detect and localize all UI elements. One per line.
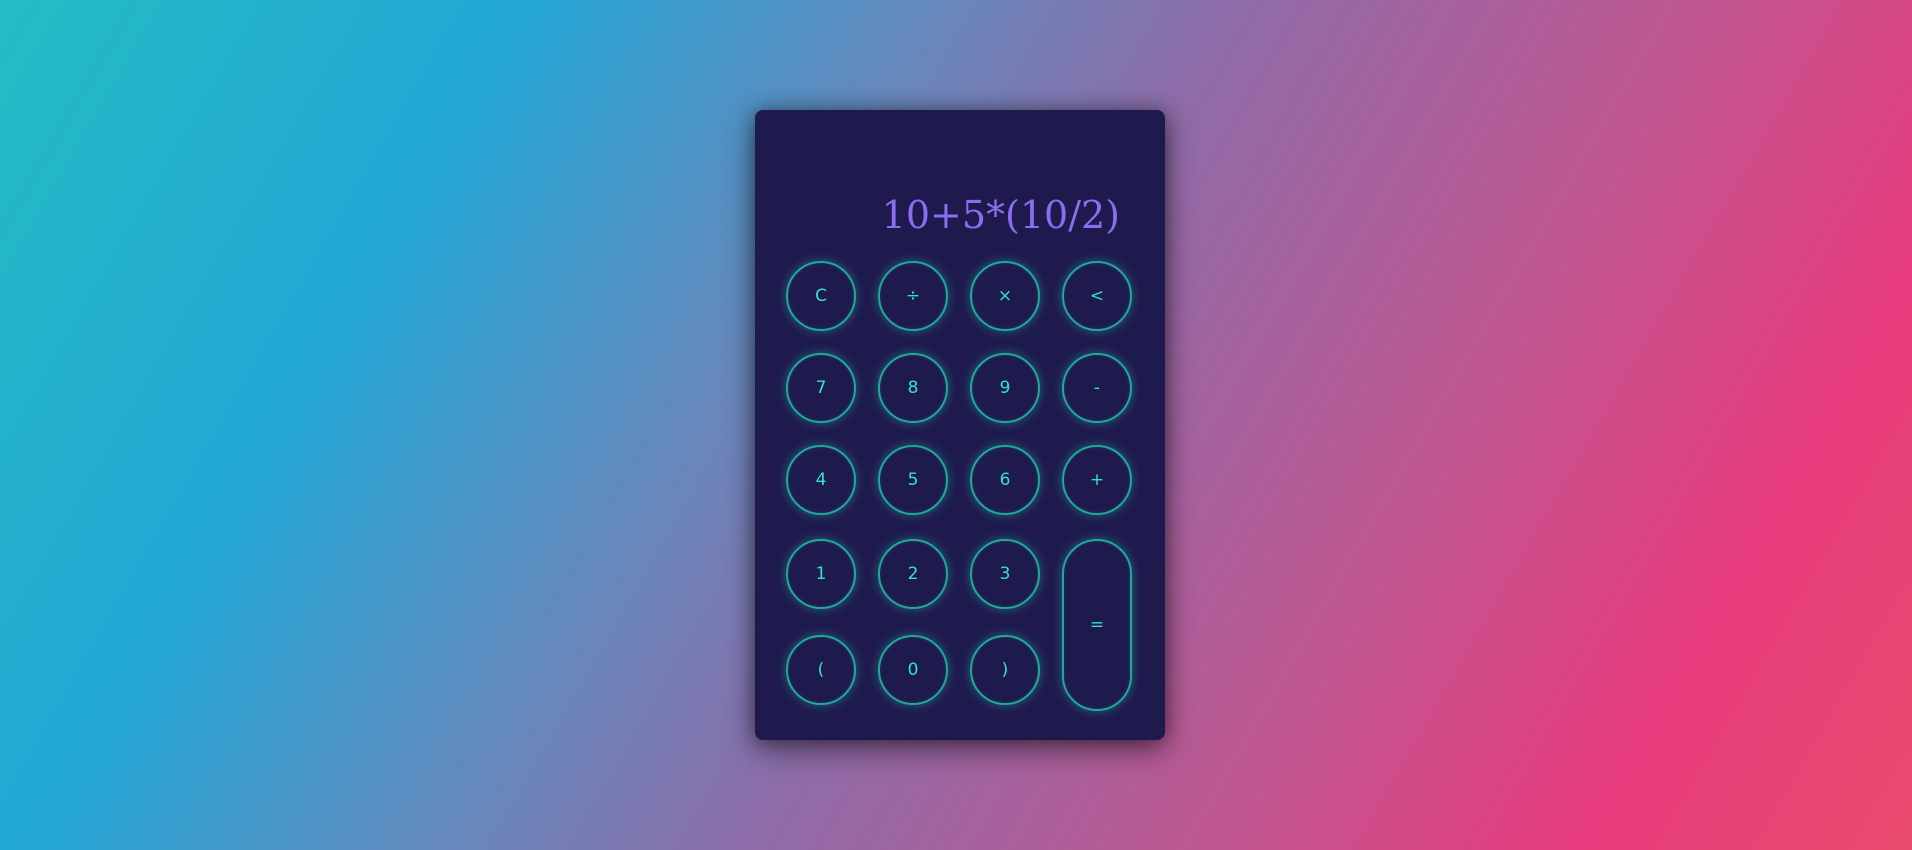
digit-0-button[interactable]: 0 — [878, 635, 948, 705]
digit-6-button[interactable]: 6 — [970, 445, 1040, 515]
close-paren-button[interactable]: ) — [970, 635, 1040, 705]
minus-button[interactable]: - — [1062, 353, 1132, 423]
equals-button[interactable]: = — [1062, 539, 1132, 711]
digit-7-button[interactable]: 7 — [786, 353, 856, 423]
display-expression: 10+5*(10/2) — [881, 193, 1120, 237]
digit-8-button[interactable]: 8 — [878, 353, 948, 423]
open-paren-button[interactable]: ( — [786, 635, 856, 705]
digit-9-button[interactable]: 9 — [970, 353, 1040, 423]
backspace-button[interactable]: < — [1062, 261, 1132, 331]
plus-button[interactable]: + — [1062, 445, 1132, 515]
digit-2-button[interactable]: 2 — [878, 539, 948, 609]
divide-button[interactable]: ÷ — [878, 261, 948, 331]
calculator: 10+5*(10/2) C ÷ × < 7 8 9 - 4 5 6 + 1 2 … — [755, 110, 1165, 740]
digit-5-button[interactable]: 5 — [878, 445, 948, 515]
multiply-button[interactable]: × — [970, 261, 1040, 331]
digit-4-button[interactable]: 4 — [786, 445, 856, 515]
clear-button[interactable]: C — [786, 261, 856, 331]
digit-1-button[interactable]: 1 — [786, 539, 856, 609]
digit-3-button[interactable]: 3 — [970, 539, 1040, 609]
